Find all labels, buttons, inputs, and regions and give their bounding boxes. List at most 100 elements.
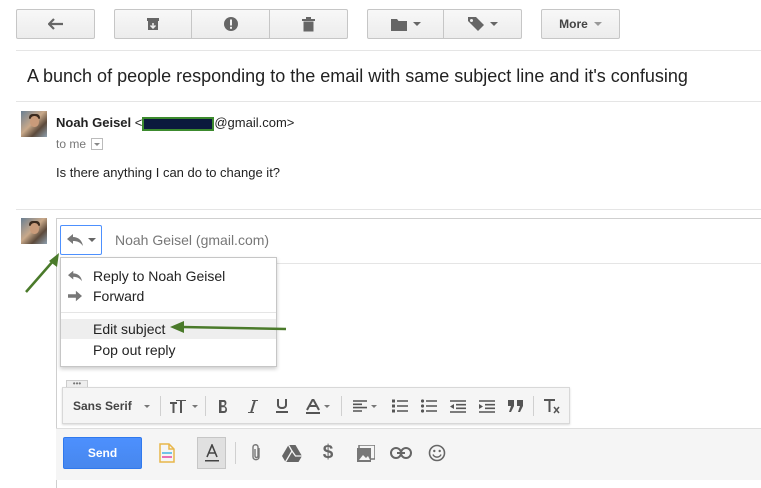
reply-recipient[interactable]: Noah Geisel (gmail.com) xyxy=(115,232,269,248)
sender-email-open: < xyxy=(134,115,143,130)
forward-icon xyxy=(68,290,82,302)
labels-button[interactable] xyxy=(444,9,522,39)
more-label: More xyxy=(559,17,588,31)
sender-email-domain: @gmail.com> xyxy=(214,115,295,130)
drive-icon xyxy=(282,444,302,462)
send-button[interactable]: Send xyxy=(63,437,142,469)
email-subject: A bunch of people responding to the emai… xyxy=(27,66,688,86)
money-icon: $ xyxy=(322,442,334,463)
text-color-icon xyxy=(306,398,320,414)
emoji-icon xyxy=(428,444,446,462)
message-body: Is there anything I can do to change it? xyxy=(56,165,281,180)
menu-item-forward[interactable]: Forward xyxy=(61,286,276,306)
delete-button[interactable] xyxy=(270,9,348,39)
toolbar-divider xyxy=(16,50,761,51)
message-divider xyxy=(16,209,761,210)
bulleted-list-icon xyxy=(421,399,437,413)
chevron-down-icon xyxy=(489,22,498,26)
italic-icon xyxy=(248,399,258,413)
formatting-options-toggle[interactable] xyxy=(197,437,226,469)
insert-link-button[interactable] xyxy=(389,440,413,466)
menu-item-label: Pop out reply xyxy=(93,342,176,358)
align-button[interactable] xyxy=(348,396,382,416)
more-button[interactable]: More xyxy=(541,9,620,39)
numbered-list-icon xyxy=(392,399,408,413)
font-family-select[interactable]: Sans Serif xyxy=(73,396,153,416)
to-me-label: to me xyxy=(56,137,87,151)
chevron-down-icon xyxy=(143,404,150,408)
menu-item-label: Reply to Noah Geisel xyxy=(93,268,226,284)
quote-icon xyxy=(508,400,523,412)
reply-type-menu: Reply to Noah Geisel Forward Edit subjec… xyxy=(60,257,277,367)
report-spam-button[interactable] xyxy=(192,9,270,39)
menu-item-label: Forward xyxy=(93,288,145,304)
show-details-button[interactable] xyxy=(91,138,104,150)
back-arrow-icon xyxy=(47,18,63,30)
archive-button[interactable] xyxy=(114,9,192,39)
chevron-down-icon xyxy=(324,404,330,408)
send-money-button[interactable]: $ xyxy=(316,440,340,466)
my-avatar xyxy=(21,218,47,244)
redacted-email xyxy=(142,117,215,131)
insert-photo-button[interactable] xyxy=(354,440,378,466)
chevron-down-icon xyxy=(593,22,602,26)
back-button[interactable] xyxy=(16,9,95,39)
compose-separator xyxy=(235,442,236,464)
toolbar-separator xyxy=(160,396,161,416)
toolbar-separator xyxy=(341,396,342,416)
indent-more-icon xyxy=(479,399,495,413)
text-color-button[interactable] xyxy=(301,396,335,416)
sender-name[interactable]: Noah Geisel xyxy=(56,115,131,130)
stationery-button[interactable] xyxy=(155,440,179,466)
subject-divider xyxy=(16,101,761,102)
indent-less-button[interactable] xyxy=(447,396,469,416)
menu-item-pop-out-reply[interactable]: Pop out reply xyxy=(61,340,276,360)
trash-icon xyxy=(302,16,315,31)
quote-button[interactable] xyxy=(505,396,527,416)
underline-button[interactable] xyxy=(272,396,292,416)
recipient-line: to me xyxy=(56,137,104,151)
move-to-button[interactable] xyxy=(367,9,444,39)
font-size-icon xyxy=(170,399,186,413)
reply-icon xyxy=(66,234,83,246)
menu-item-label: Edit subject xyxy=(93,321,166,337)
reply-type-button[interactable] xyxy=(60,225,102,255)
bulleted-list-button[interactable] xyxy=(418,396,440,416)
italic-button[interactable] xyxy=(243,396,263,416)
sender-line: Noah Geisel < @gmail.com> xyxy=(56,115,294,131)
reply-icon xyxy=(68,270,82,282)
chevron-down-icon xyxy=(94,142,101,146)
formatting-toggle-icon xyxy=(204,444,219,462)
insert-drive-button[interactable] xyxy=(280,440,304,466)
bold-icon xyxy=(218,399,227,413)
chevron-down-icon xyxy=(371,404,377,408)
formatting-toolbar: Sans Serif xyxy=(62,387,570,424)
remove-formatting-button[interactable] xyxy=(541,396,563,416)
label-tag-icon xyxy=(467,17,484,31)
indent-less-icon xyxy=(450,399,466,413)
indent-more-button[interactable] xyxy=(476,396,498,416)
photo-icon xyxy=(357,444,375,462)
bold-button[interactable] xyxy=(213,396,233,416)
toolbar-separator xyxy=(205,396,206,416)
chevron-down-icon xyxy=(192,404,198,408)
menu-item-edit-subject[interactable]: Edit subject xyxy=(61,319,276,339)
attach-files-button[interactable] xyxy=(244,440,268,466)
folder-icon xyxy=(390,18,407,31)
numbered-list-button[interactable] xyxy=(389,396,411,416)
chevron-down-icon xyxy=(87,238,96,242)
toolbar-separator xyxy=(533,396,534,416)
font-family-value: Sans Serif xyxy=(73,399,132,413)
attach-icon xyxy=(252,444,260,461)
sender-avatar[interactable] xyxy=(21,111,47,137)
insert-emoji-button[interactable] xyxy=(425,440,449,466)
remove-formatting-icon xyxy=(544,398,560,413)
link-icon xyxy=(390,447,412,459)
stationery-icon xyxy=(159,443,175,463)
archive-icon xyxy=(147,18,159,30)
underline-icon xyxy=(276,399,288,413)
chevron-down-icon xyxy=(412,22,421,26)
align-icon xyxy=(353,400,367,412)
font-size-button[interactable] xyxy=(167,396,201,416)
menu-item-reply[interactable]: Reply to Noah Geisel xyxy=(61,266,276,286)
